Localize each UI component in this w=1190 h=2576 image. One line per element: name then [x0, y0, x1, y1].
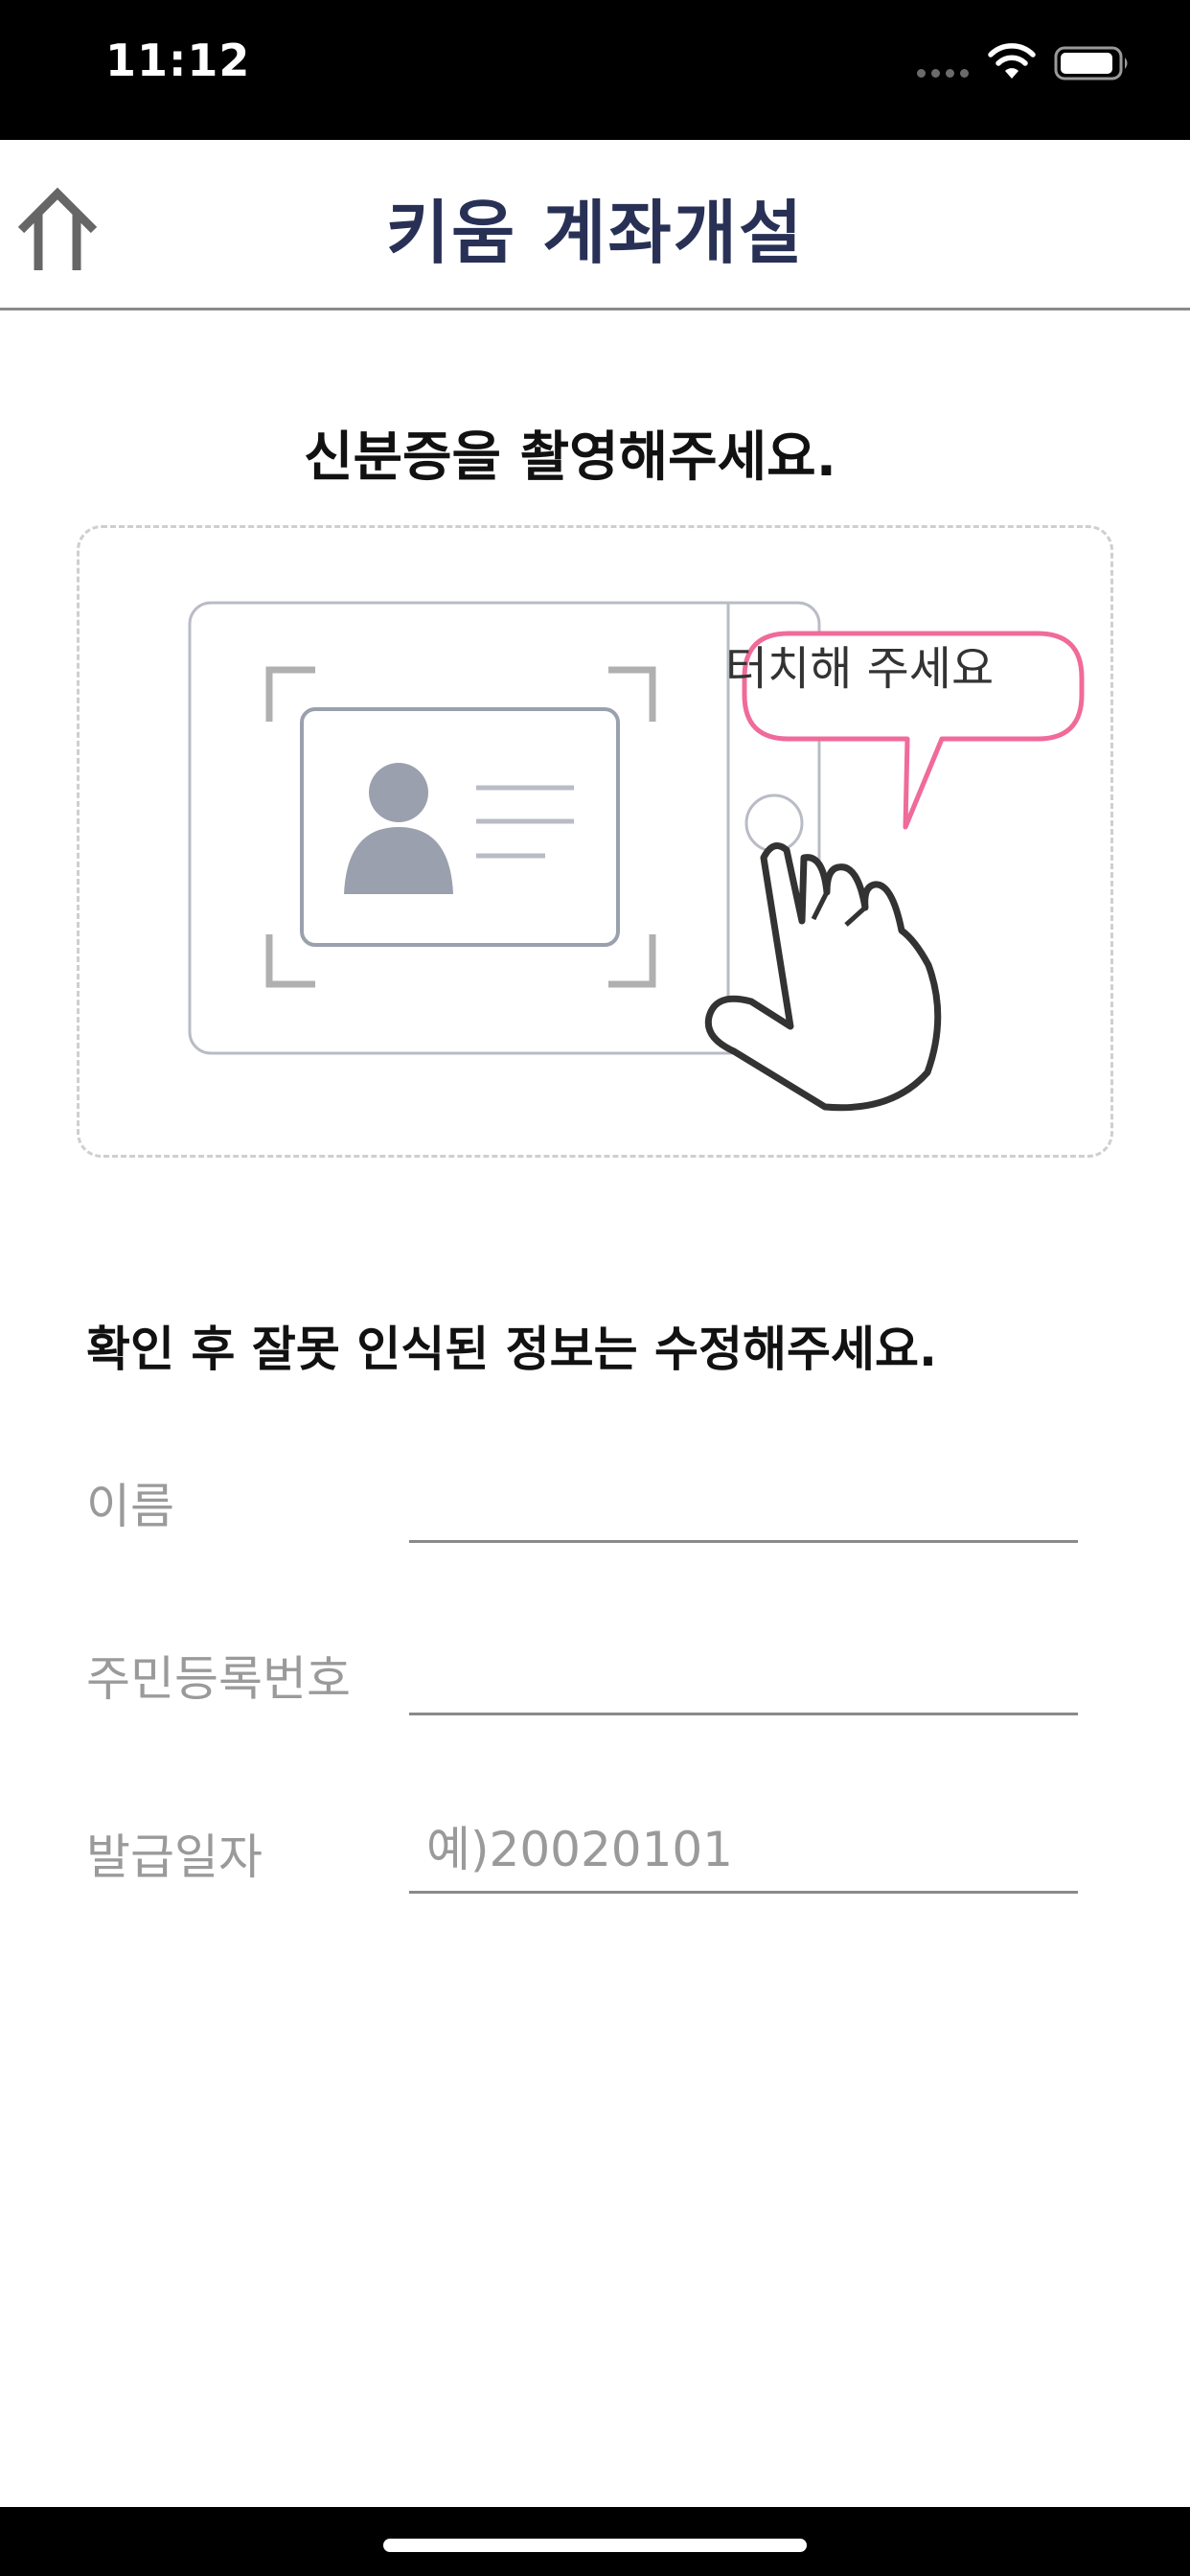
home-indicator[interactable]	[383, 2539, 807, 2552]
app-header: 키움 계좌개설	[0, 140, 1190, 310]
battery-icon	[1054, 46, 1128, 80]
wifi-icon	[988, 43, 1036, 79]
id-card-camera-illustration	[188, 601, 1085, 1112]
issue-date-input[interactable]	[409, 1807, 1078, 1894]
id-capture-button[interactable]	[77, 525, 1113, 1158]
resident-number-input[interactable]	[409, 1629, 1078, 1715]
verify-instruction: 확인 후 잘못 인식된 정보는 수정해주세요.	[86, 1322, 938, 1377]
name-input[interactable]	[409, 1457, 1078, 1543]
page-title: 키움 계좌개설	[385, 193, 805, 273]
signal-dots-icon	[917, 69, 969, 78]
resident-number-label: 주민등록번호	[86, 1651, 351, 1707]
capture-title: 신분증을 촬영해주세요.	[304, 426, 836, 489]
status-bar: 11:12	[0, 0, 1190, 140]
name-label: 이름	[86, 1479, 174, 1534]
status-time: 11:12	[105, 34, 251, 86]
issue-date-label: 발급일자	[86, 1829, 263, 1885]
touch-hint-text: 터치해 주세요	[724, 642, 995, 696]
